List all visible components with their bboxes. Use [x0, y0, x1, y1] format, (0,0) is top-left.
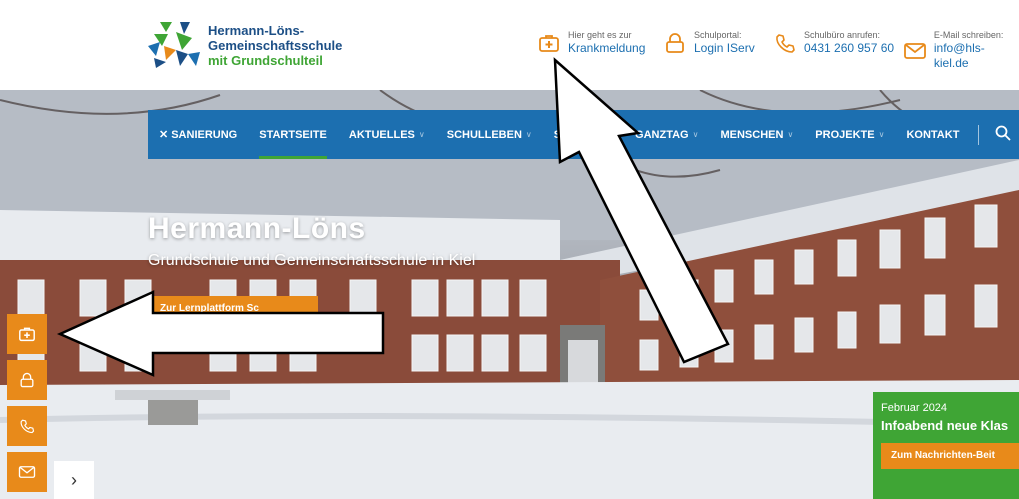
news-read-button[interactable]: Zum Nachrichten-Beit — [881, 443, 1019, 469]
news-date: Februar 2024 — [881, 402, 948, 414]
lock-icon — [662, 30, 688, 56]
nav-item-schulleben[interactable]: Schulleben ∨ — [436, 110, 543, 159]
phone-icon — [772, 30, 798, 56]
nav-label: Aktuelles — [348, 128, 415, 141]
lernplattform-button[interactable]: Zur Lernplattform Sc — [148, 296, 318, 322]
nav-label: Startseite — [259, 128, 327, 141]
nav-label: Projekte — [815, 128, 875, 141]
contact-small-label: E-Mail schreiben: — [933, 30, 1004, 40]
nav-item-sanierung[interactable]: ✕ Sanierung — [148, 110, 248, 159]
contact-link[interactable]: Login IServ — [694, 41, 755, 56]
logo-mark-icon — [146, 20, 204, 70]
logo-line-2: Gemeinschaftsschule — [208, 37, 343, 53]
nav-divider — [978, 124, 979, 145]
hero-subtitle: Grundschule und Gemeinschaftsschule in K… — [148, 252, 476, 269]
contact-email[interactable]: E-Mail schreiben: info@hls-kiel.de — [902, 30, 1019, 71]
first-aid-icon — [19, 327, 35, 342]
nav-label: Schulleben — [446, 128, 522, 141]
nav-label: Menschen — [720, 128, 784, 141]
logo-line-3: mit Grundschulteil — [208, 52, 323, 68]
nav-label: Sanierung — [171, 128, 238, 141]
quick-krankmeldung-button[interactable] — [7, 314, 47, 354]
contact-krankmeldung[interactable]: Hier geht es zur Krankmeldung — [536, 30, 645, 56]
contact-link[interactable]: 0431 260 957 60 — [804, 41, 894, 56]
logo-text: Hermann-Löns- Gemeinschaftsschule mit Gr… — [208, 23, 342, 68]
chevron-right-icon: › — [71, 469, 77, 490]
tools-icon: ✕ — [159, 129, 169, 141]
contact-link[interactable]: Krankmeldung — [568, 41, 645, 56]
nav-label: Ganztag — [635, 128, 689, 141]
nav-item-menschen[interactable]: Menschen ∨ — [709, 110, 804, 159]
nav-item-projekte[interactable]: Projekte ∨ — [804, 110, 895, 159]
quick-mail-button[interactable] — [7, 452, 47, 492]
news-teaser: Februar 2024 Infoabend neue Klas Zum Nac… — [873, 392, 1019, 499]
contact-small-label: Schulportal: — [694, 30, 742, 40]
mail-icon — [18, 466, 36, 478]
quick-phone-button[interactable] — [7, 406, 47, 446]
contact-small-label: Schulbüro anrufen: — [804, 30, 881, 40]
contact-iserv[interactable]: Schulportal: Login IServ — [662, 30, 755, 56]
sidebar-expand-button[interactable]: › — [54, 461, 94, 499]
contact-phone[interactable]: Schulbüro anrufen: 0431 260 957 60 — [772, 30, 894, 56]
site-header: Hermann-Löns- Gemeinschaftsschule mit Gr… — [0, 0, 1019, 90]
chevron-down-icon: ∨ — [418, 130, 425, 139]
lock-icon — [20, 372, 34, 388]
logo-line-1: Hermann-Löns- — [208, 22, 305, 38]
nav-item-aktuelles[interactable]: Aktuelles ∨ — [338, 110, 436, 159]
nav-label: Schu — [553, 128, 585, 141]
search-icon[interactable] — [987, 125, 1019, 145]
news-title: Infoabend neue Klas — [881, 418, 1009, 433]
chevron-down-icon: ∨ — [787, 130, 794, 139]
mail-icon — [902, 38, 928, 64]
main-navigation: ✕ Sanierung Startseite Aktuelles ∨ Schull… — [148, 110, 1019, 159]
quick-login-button[interactable] — [7, 360, 47, 400]
chevron-down-icon: ∨ — [692, 130, 699, 139]
hero-title: Hermann-Löns — [148, 212, 366, 245]
contact-small-label: Hier geht es zur — [568, 30, 632, 40]
nav-item-schule[interactable]: Schu — [543, 110, 624, 159]
quick-access-bar — [7, 314, 47, 498]
nav-item-ganztag[interactable]: Ganztag ∨ — [624, 110, 709, 159]
contact-link[interactable]: info@hls-kiel.de — [934, 41, 1019, 71]
nav-label: Kontakt — [906, 128, 960, 141]
school-logo[interactable]: Hermann-Löns- Gemeinschaftsschule mit Gr… — [146, 20, 342, 70]
phone-icon — [20, 419, 35, 434]
nav-item-kontakt[interactable]: Kontakt — [895, 110, 970, 159]
hero-banner: ✕ Sanierung Startseite Aktuelles ∨ Schull… — [0, 90, 1019, 499]
first-aid-icon — [536, 30, 562, 56]
chevron-down-icon: ∨ — [525, 130, 532, 139]
chevron-down-icon: ∨ — [878, 130, 885, 139]
nav-item-startseite[interactable]: Startseite — [248, 110, 338, 159]
